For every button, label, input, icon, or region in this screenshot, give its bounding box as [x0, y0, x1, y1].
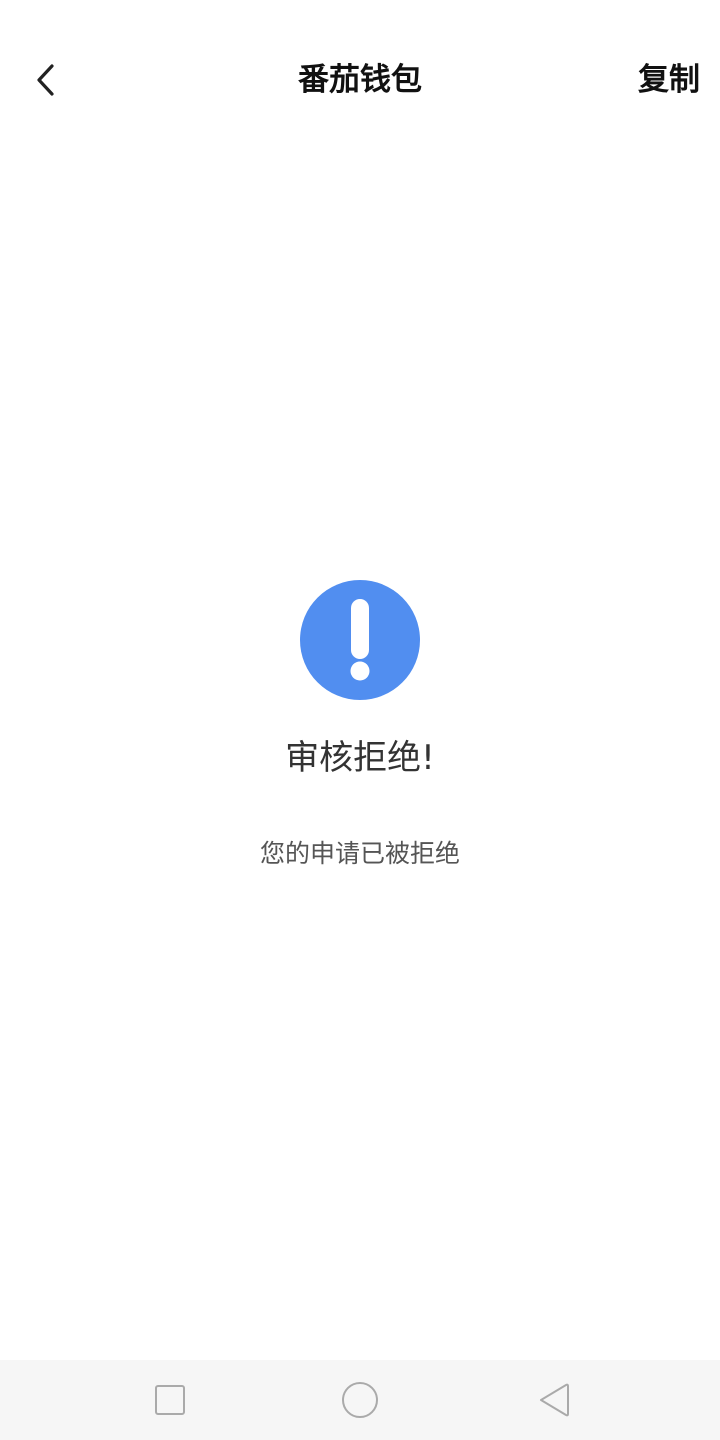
system-back-button[interactable] — [532, 1378, 576, 1422]
status-title: 审核拒绝! — [285, 738, 435, 778]
app-screen: 番茄钱包 复制 审核拒绝! 您的申请已被拒绝 — [0, 0, 720, 1440]
copy-button[interactable]: 复制 — [638, 58, 700, 102]
status-description: 您的申请已被拒绝 — [259, 839, 460, 868]
home-icon — [342, 1382, 378, 1418]
back-triangle-icon — [540, 1383, 569, 1417]
exclamation-circle-icon — [300, 580, 420, 700]
recent-apps-icon — [155, 1385, 185, 1415]
top-bar: 番茄钱包 复制 — [0, 0, 720, 160]
system-navigation-bar — [0, 1360, 720, 1440]
home-button[interactable] — [338, 1378, 382, 1422]
page-title: 番茄钱包 — [298, 62, 422, 98]
recent-apps-button[interactable] — [148, 1378, 192, 1422]
